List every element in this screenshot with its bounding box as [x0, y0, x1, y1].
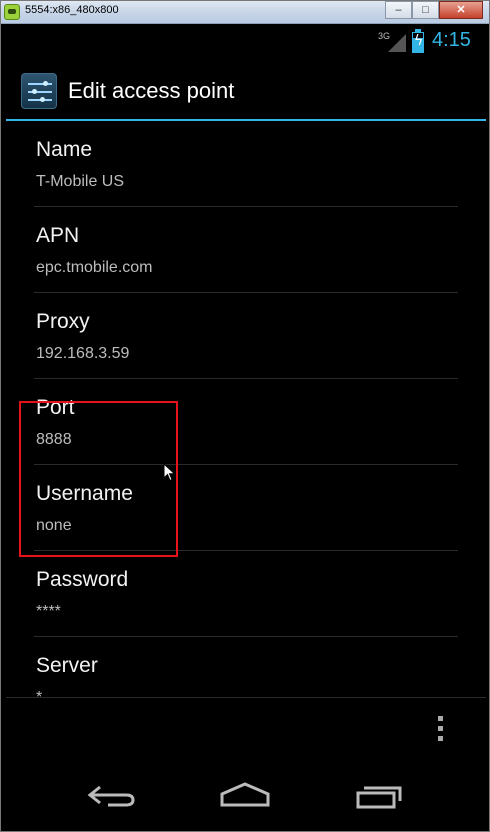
close-button[interactable]: ✕ — [439, 1, 483, 19]
pref-value: **** — [36, 603, 61, 620]
pref-value: epc.tmobile.com — [36, 259, 153, 276]
pref-title: Password — [36, 568, 129, 591]
android-emulator-icon — [4, 4, 20, 20]
status-clock: 4:15 — [432, 29, 471, 51]
minimize-button[interactable]: – — [385, 1, 412, 19]
pref-title: Name — [36, 138, 93, 161]
pref-value: 192.168.3.59 — [36, 345, 130, 362]
pref-value: * — [36, 689, 42, 697]
pref-password[interactable]: Password **** — [34, 551, 458, 637]
device-screen: 3G ϟ 4:15 Edit access point Name T-Mobil… — [6, 24, 486, 828]
apn-preference-list: Name T-Mobile US APN epc.tmobile.com Pro… — [6, 121, 486, 697]
overflow-menu-icon[interactable] — [438, 716, 446, 744]
pref-server[interactable]: Server * — [34, 637, 458, 697]
page-title: Edit access point — [68, 78, 235, 103]
window-title: 5554:x86_480x800 — [25, 4, 119, 16]
maximize-button[interactable]: □ — [412, 1, 439, 19]
window-titlebar[interactable]: 5554:x86_480x800 – □ ✕ — [1, 1, 489, 24]
bottom-action-bar — [6, 697, 486, 761]
pref-title: Server — [36, 654, 98, 677]
pref-title: Proxy — [36, 310, 90, 333]
signal-strength-icon — [388, 34, 406, 52]
pref-title: APN — [36, 224, 80, 247]
navigation-bar — [6, 760, 486, 828]
charging-bolt-icon: ϟ — [414, 33, 424, 49]
emulator-window: 5554:x86_480x800 – □ ✕ 3G ϟ 4:15 Edit ac… — [0, 0, 490, 832]
action-bar: Edit access point — [6, 60, 486, 121]
home-icon[interactable] — [210, 772, 280, 816]
pref-value: T-Mobile US — [36, 173, 125, 190]
status-bar: 3G ϟ 4:15 — [6, 24, 486, 60]
recent-apps-icon[interactable] — [344, 772, 414, 816]
pref-apn[interactable]: APN epc.tmobile.com — [34, 207, 458, 293]
settings-sliders-icon[interactable] — [21, 73, 57, 109]
mouse-cursor-icon — [163, 463, 176, 482]
pref-proxy[interactable]: Proxy 192.168.3.59 — [34, 293, 458, 379]
window-controls: – □ ✕ — [385, 1, 483, 19]
proxy-port-highlight-box — [19, 401, 178, 557]
back-icon[interactable] — [78, 772, 148, 816]
pref-name[interactable]: Name T-Mobile US — [34, 121, 458, 207]
